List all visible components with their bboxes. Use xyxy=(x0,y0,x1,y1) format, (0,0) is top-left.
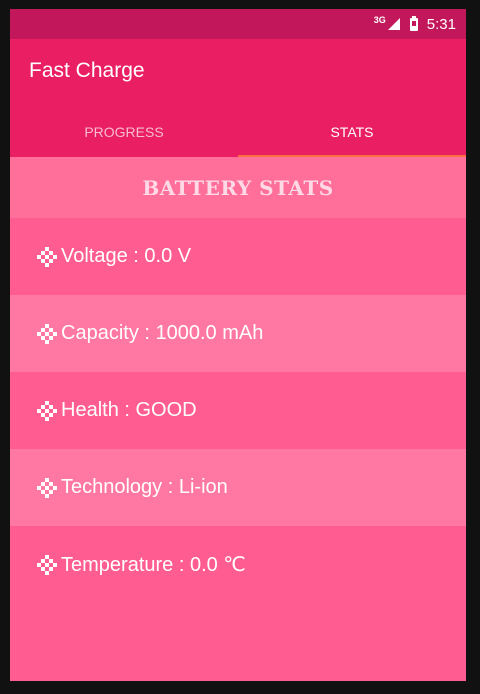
checker-icon xyxy=(37,400,57,421)
status-bar: 3G 5:31 xyxy=(10,9,466,39)
stat-technology: Technology : Li-ion xyxy=(61,476,228,498)
stat-temperature: Temperature : 0.0 ℃ xyxy=(61,554,246,576)
stat-voltage: Voltage : 0.0 V xyxy=(61,245,192,267)
battery-stats-header: BATTERY STATS xyxy=(10,157,466,218)
stat-row-technology: Technology : Li-ion xyxy=(10,449,466,526)
tab-progress[interactable]: PROGRESS xyxy=(10,107,238,157)
clock: 5:31 xyxy=(426,15,456,33)
battery-charging-icon xyxy=(409,15,418,31)
device-screen: 3G 5:31 Fast Charge PROGRESS STATS BATTE… xyxy=(10,9,466,681)
stat-row-capacity: Capacity : 1000.0 mAh xyxy=(10,295,466,372)
signal-icon xyxy=(387,18,400,30)
tab-bar: PROGRESS STATS xyxy=(10,107,466,157)
checker-icon xyxy=(37,554,57,575)
network-type: 3G xyxy=(373,15,386,25)
checker-icon xyxy=(37,323,57,344)
section-title: BATTERY STATS xyxy=(142,175,334,200)
checker-icon xyxy=(37,246,57,267)
stat-health: Health : GOOD xyxy=(61,399,197,421)
tab-stats[interactable]: STATS xyxy=(238,107,466,157)
stat-row-temperature: Temperature : 0.0 ℃ xyxy=(10,526,466,603)
app-bar: Fast Charge PROGRESS STATS xyxy=(10,39,466,157)
checker-icon xyxy=(37,477,57,498)
stat-capacity: Capacity : 1000.0 mAh xyxy=(61,322,264,344)
stat-row-health: Health : GOOD xyxy=(10,372,466,449)
stat-row-voltage: Voltage : 0.0 V xyxy=(10,218,466,295)
app-title: Fast Charge xyxy=(29,59,145,82)
